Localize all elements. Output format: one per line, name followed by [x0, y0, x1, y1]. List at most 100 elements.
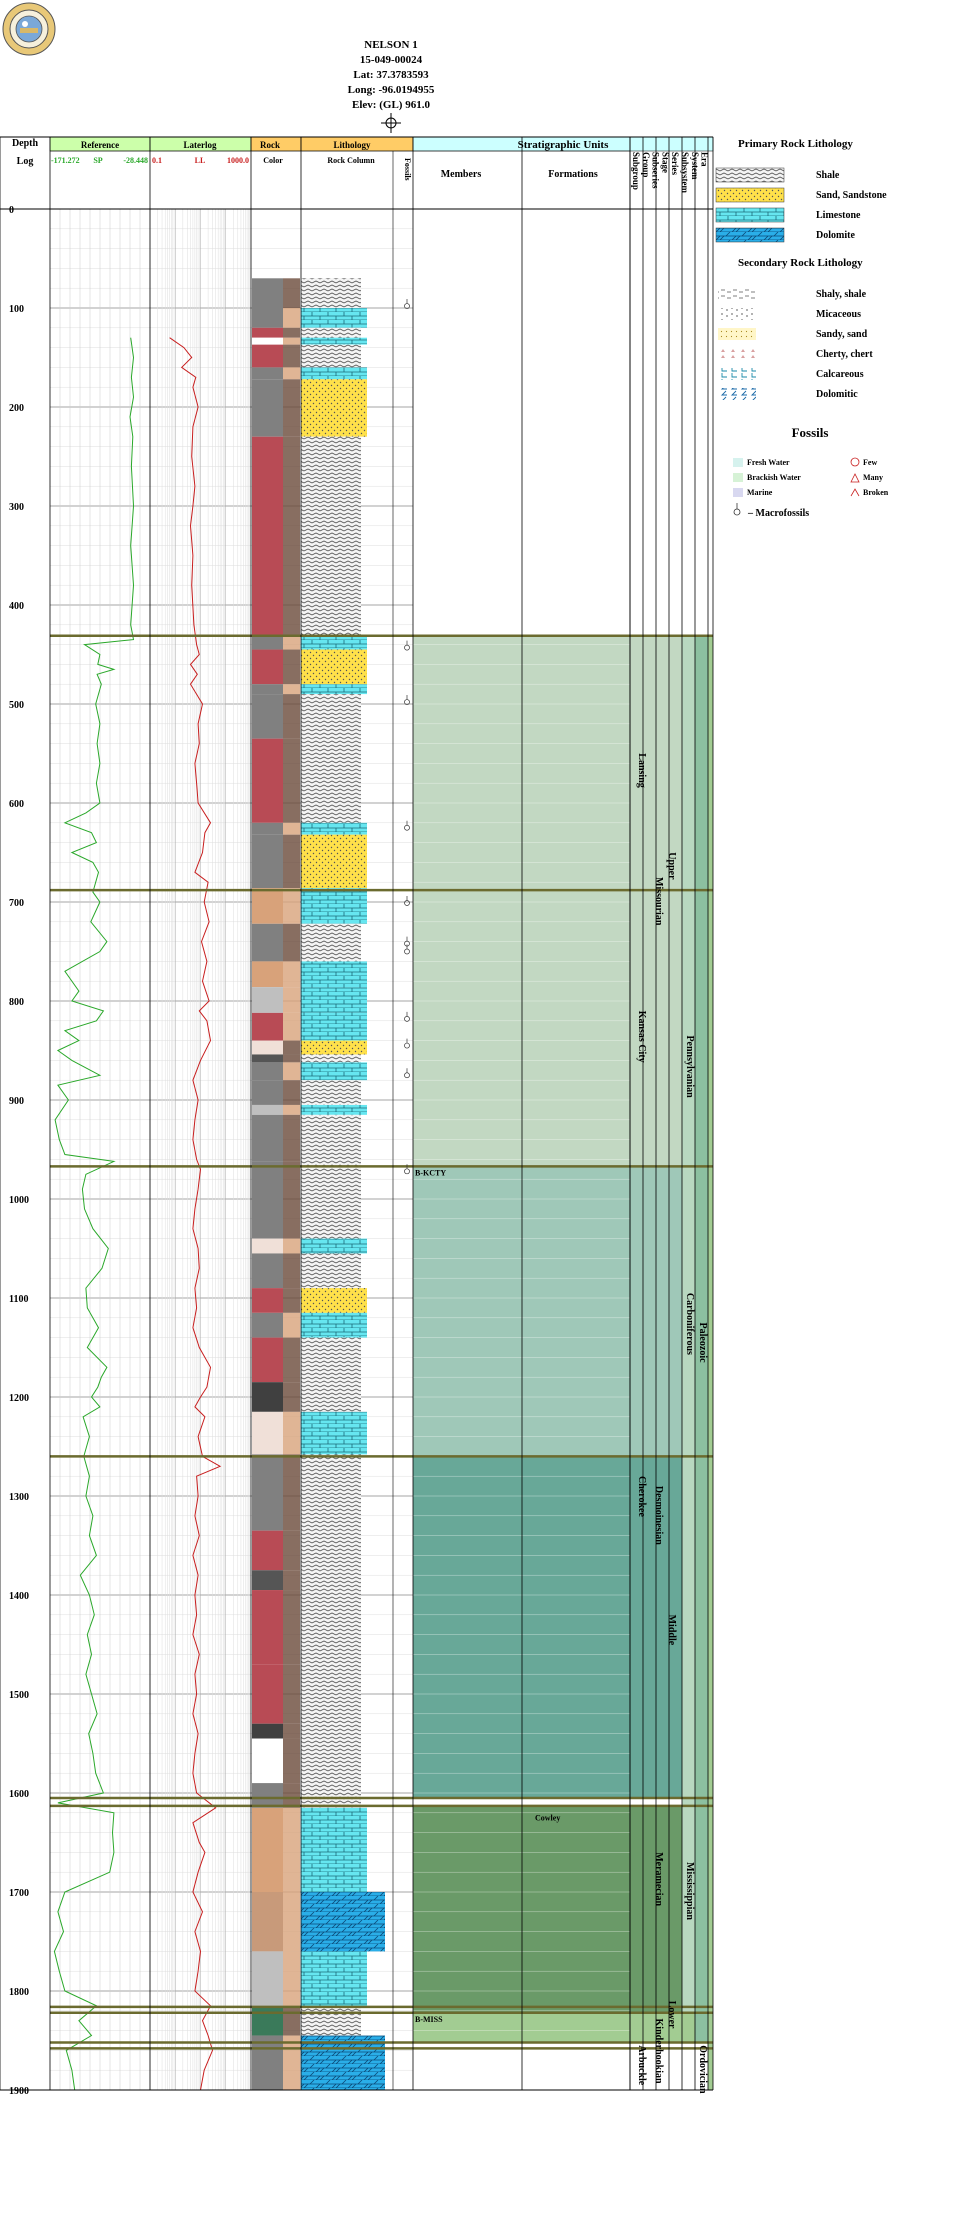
rock-color-interval: [252, 1104, 283, 1115]
legend-fossil-label: Marine: [747, 488, 773, 497]
formations-header: Formations: [548, 169, 598, 180]
strat-label: Middle: [666, 1615, 677, 1646]
lithology-interval: [301, 327, 361, 338]
depth-tick-label: 1200: [9, 1393, 29, 1404]
legend-secondary-label: Sandy, sand: [816, 329, 868, 340]
rock-color-interval: [252, 278, 283, 308]
rock-color-interval: [252, 1062, 283, 1081]
log-curves: [53, 337, 222, 2091]
legend-fossils-title: Fossils: [792, 425, 829, 440]
strat-label: Carboniferous: [684, 1293, 695, 1355]
depth-tick-label: 1700: [9, 1888, 29, 1899]
legend-fossil-label: Brackish Water: [747, 473, 801, 482]
track-headers: Depth Log Reference Laterlog Rock Lithol…: [0, 136, 714, 181]
rock-color-interval: [252, 344, 283, 368]
unit-fill: [413, 1166, 698, 1457]
macrofossil-icon: [404, 299, 410, 309]
lithology-interval: [301, 888, 367, 924]
macrofossil-icon: [404, 820, 410, 831]
rock-color-interval: [283, 1104, 300, 1115]
rock-color-interval: [252, 1807, 283, 1892]
rock-color-interval: [283, 987, 300, 1013]
rock-color-interval: [283, 1664, 300, 1724]
legend-primary-label: Shale: [816, 170, 840, 181]
rock-color-interval: [252, 379, 283, 437]
legend: Primary Rock Lithology Shale Sand, Sandst…: [715, 138, 889, 519]
macrofossil-legend: – Macrofossils: [733, 503, 809, 519]
rock-color-interval: [252, 1238, 283, 1254]
formation-label: Cowley: [535, 1814, 560, 1823]
strat-band: [708, 635, 713, 2091]
lithology-interval: [301, 987, 367, 1013]
rock-color-interval: [283, 822, 300, 835]
rock-color-interval: [252, 327, 283, 338]
rock-color-interval: [252, 694, 283, 739]
rock-color-interval: [283, 2006, 300, 2036]
legend-primary-label: Limestone: [816, 210, 861, 221]
depth-tick-label: 500: [9, 700, 24, 711]
fossil-marks: [404, 299, 410, 1175]
lithology-interval: [301, 1337, 361, 1383]
rock-color-interval: [252, 1382, 283, 1412]
legend-secondary-label: Cherty, chert: [816, 349, 873, 360]
macrofossil-icon: [404, 896, 410, 906]
rock-color-interval: [283, 337, 300, 345]
rock-color-interval: [252, 2006, 283, 2036]
rock-color-interval: [283, 1590, 300, 1665]
lithology-interval: [301, 649, 367, 685]
rank-label: Subgroup: [631, 152, 641, 190]
rock-color-interval: [252, 1530, 283, 1571]
rock-color-interval: [283, 1807, 300, 1892]
rank-label: Subsystem: [680, 152, 690, 194]
lithology-interval: [301, 2006, 361, 2036]
rank-label: Series: [670, 152, 680, 175]
depth-header: Depth: [12, 138, 39, 149]
strat-label: Kansas City: [636, 1011, 647, 1063]
legend-primary-title: Primary Rock Lithology: [738, 138, 853, 150]
lithology-interval: [301, 822, 367, 835]
lithology-interval: [301, 1312, 367, 1338]
svg-text:Many: Many: [863, 473, 883, 482]
rock-color-interval: [252, 649, 283, 685]
rock-color-interval: [252, 1411, 283, 1455]
rock-color-interval: [252, 1783, 283, 1808]
lithology-interval: [301, 1080, 361, 1105]
rock-color-interval: [283, 436, 300, 635]
legend-fossil-label: Fresh Water: [747, 458, 790, 467]
lithology-interval: [301, 344, 361, 368]
lithology-header: Lithology: [333, 140, 371, 150]
legend-secondary-item: Micaceous: [718, 308, 861, 320]
depth-tick-label: 1900: [9, 2086, 29, 2097]
lithology-interval: [301, 1590, 361, 1665]
rock-color-interval: [252, 684, 283, 695]
rock-color-interval: [252, 923, 283, 962]
legend-fossil-item: Marine: [733, 488, 773, 497]
lithology-interval: [301, 1530, 361, 1571]
strat-label: Lower: [666, 2001, 677, 2029]
lithology-interval: [301, 308, 367, 328]
rock-color-interval: [252, 738, 283, 823]
rock-color-interval: [283, 1783, 300, 1808]
rock-column-header: Rock Column: [327, 156, 375, 165]
sp-curve: [53, 337, 135, 2091]
fossil-mark-broken: Broken: [850, 488, 889, 497]
lithology-interval: [301, 379, 367, 437]
rock-color-interval: [252, 1080, 283, 1105]
legend-secondary-label: Micaceous: [816, 309, 861, 320]
rock-color-interval: [283, 1054, 300, 1063]
rock-color-interval: [252, 436, 283, 635]
color-header: Color: [263, 156, 283, 165]
legend-secondary-item: Sandy, sand: [718, 328, 868, 340]
lithology-interval: [301, 1738, 361, 1784]
rock-color-interval: [252, 1288, 283, 1313]
lithology-interval: [301, 684, 367, 695]
fossil-mark-many: Many: [850, 473, 883, 483]
rock-color-interval: [283, 1238, 300, 1254]
legend-secondary-label: Shaly, shale: [816, 289, 867, 300]
rock-color-interval: [283, 961, 300, 988]
rock-color-interval: [252, 1892, 283, 1952]
legend-primary-item: Limestone: [715, 207, 861, 223]
rock-color-interval: [283, 888, 300, 924]
rock-color-interval: [252, 337, 283, 345]
lithology-interval: [301, 1161, 361, 1239]
